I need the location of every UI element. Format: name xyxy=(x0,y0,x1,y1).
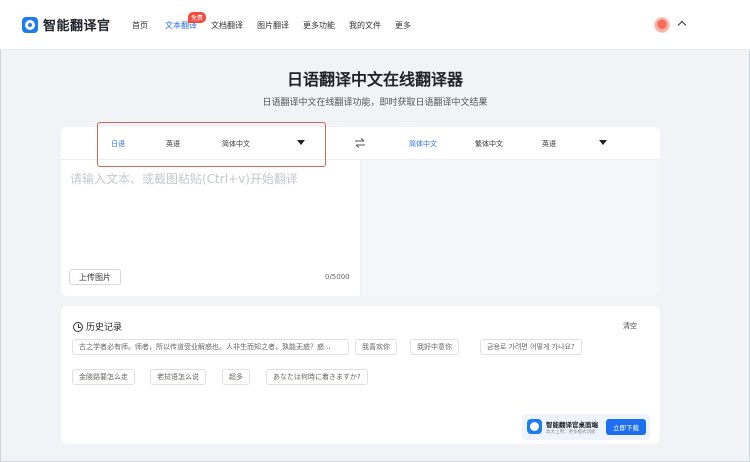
app-logo[interactable]: 智能翻译官 xyxy=(22,15,111,34)
top-header: 智能翻译官 首页 文本翻译 免费 文档翻译 图片翻译 更多功能 我的文件 更多 xyxy=(0,0,750,50)
history-item[interactable]: 超多 xyxy=(222,369,250,385)
free-badge: 免费 xyxy=(188,12,207,23)
page-title: 日语翻译中文在线翻译器 xyxy=(286,70,463,89)
history-item[interactable]: 금용로 가려면 어떻게 가나요? xyxy=(480,339,582,355)
source-language-highlight xyxy=(97,122,326,167)
nav-home[interactable]: 首页 xyxy=(132,20,148,31)
history-header: 历史记录 xyxy=(73,320,122,333)
logo-icon xyxy=(22,16,38,33)
history-title: 历史记录 xyxy=(86,323,123,333)
desktop-app-icon xyxy=(527,419,542,434)
translation-result-area xyxy=(360,160,660,296)
history-item[interactable]: 我喜欢你 xyxy=(355,339,397,355)
download-now-button[interactable]: 立即下载 xyxy=(606,419,646,435)
input-placeholder: 请输入文本、或截图粘贴(Ctrl+v)开始翻译 xyxy=(70,172,298,186)
history-item[interactable]: 我好中意你 xyxy=(410,339,459,355)
promo-subtitle: 高大上用，更多模式功能 xyxy=(546,430,596,435)
chevron-up-icon[interactable] xyxy=(677,20,687,30)
nav-more-features[interactable]: 更多功能 xyxy=(303,20,335,31)
page-subtitle: 日语翻译中文在线翻译功能，即时获取日语翻译中文结果 xyxy=(262,98,488,108)
nav-image-translate[interactable]: 图片翻译 xyxy=(257,20,289,31)
desktop-download-promo: 智能翻译官桌面端 高大上用，更多模式功能 立即下载 xyxy=(522,414,650,440)
char-counter: 0/5000 xyxy=(325,273,350,281)
nav-doc-translate[interactable]: 文档翻译 xyxy=(211,20,243,31)
app-name: 智能翻译官 xyxy=(43,19,111,34)
target-lang-dropdown-icon[interactable] xyxy=(599,140,607,145)
nav-more[interactable]: 更多 xyxy=(395,20,411,31)
swap-languages-icon[interactable] xyxy=(354,137,366,149)
user-avatar[interactable] xyxy=(654,17,670,33)
upload-image-button[interactable]: 上传图片 xyxy=(69,269,121,285)
history-clock-icon xyxy=(73,321,83,332)
history-item[interactable]: あなたは何時に着きますか? xyxy=(266,369,368,385)
history-item[interactable]: 老挝语怎么说 xyxy=(150,369,206,385)
target-lang-chinese[interactable]: 简体中文 xyxy=(409,139,437,149)
target-lang-english[interactable]: 英语 xyxy=(542,139,556,149)
promo-title: 智能翻译官桌面端 xyxy=(546,421,598,429)
history-item[interactable]: 金陵路要怎么走 xyxy=(72,369,135,385)
target-lang-traditional[interactable]: 繁体中文 xyxy=(475,139,503,149)
clear-history-button[interactable]: 清空 xyxy=(623,321,637,331)
history-item[interactable]: 古之学者必有师。师者，所以传道受业解惑也。人非生而知之者，孰能无惑？惑... xyxy=(72,339,349,355)
source-text-area[interactable]: 请输入文本、或截图粘贴(Ctrl+v)开始翻译 上传图片 0/5000 xyxy=(61,160,360,296)
nav-my-files[interactable]: 我的文件 xyxy=(349,20,381,31)
